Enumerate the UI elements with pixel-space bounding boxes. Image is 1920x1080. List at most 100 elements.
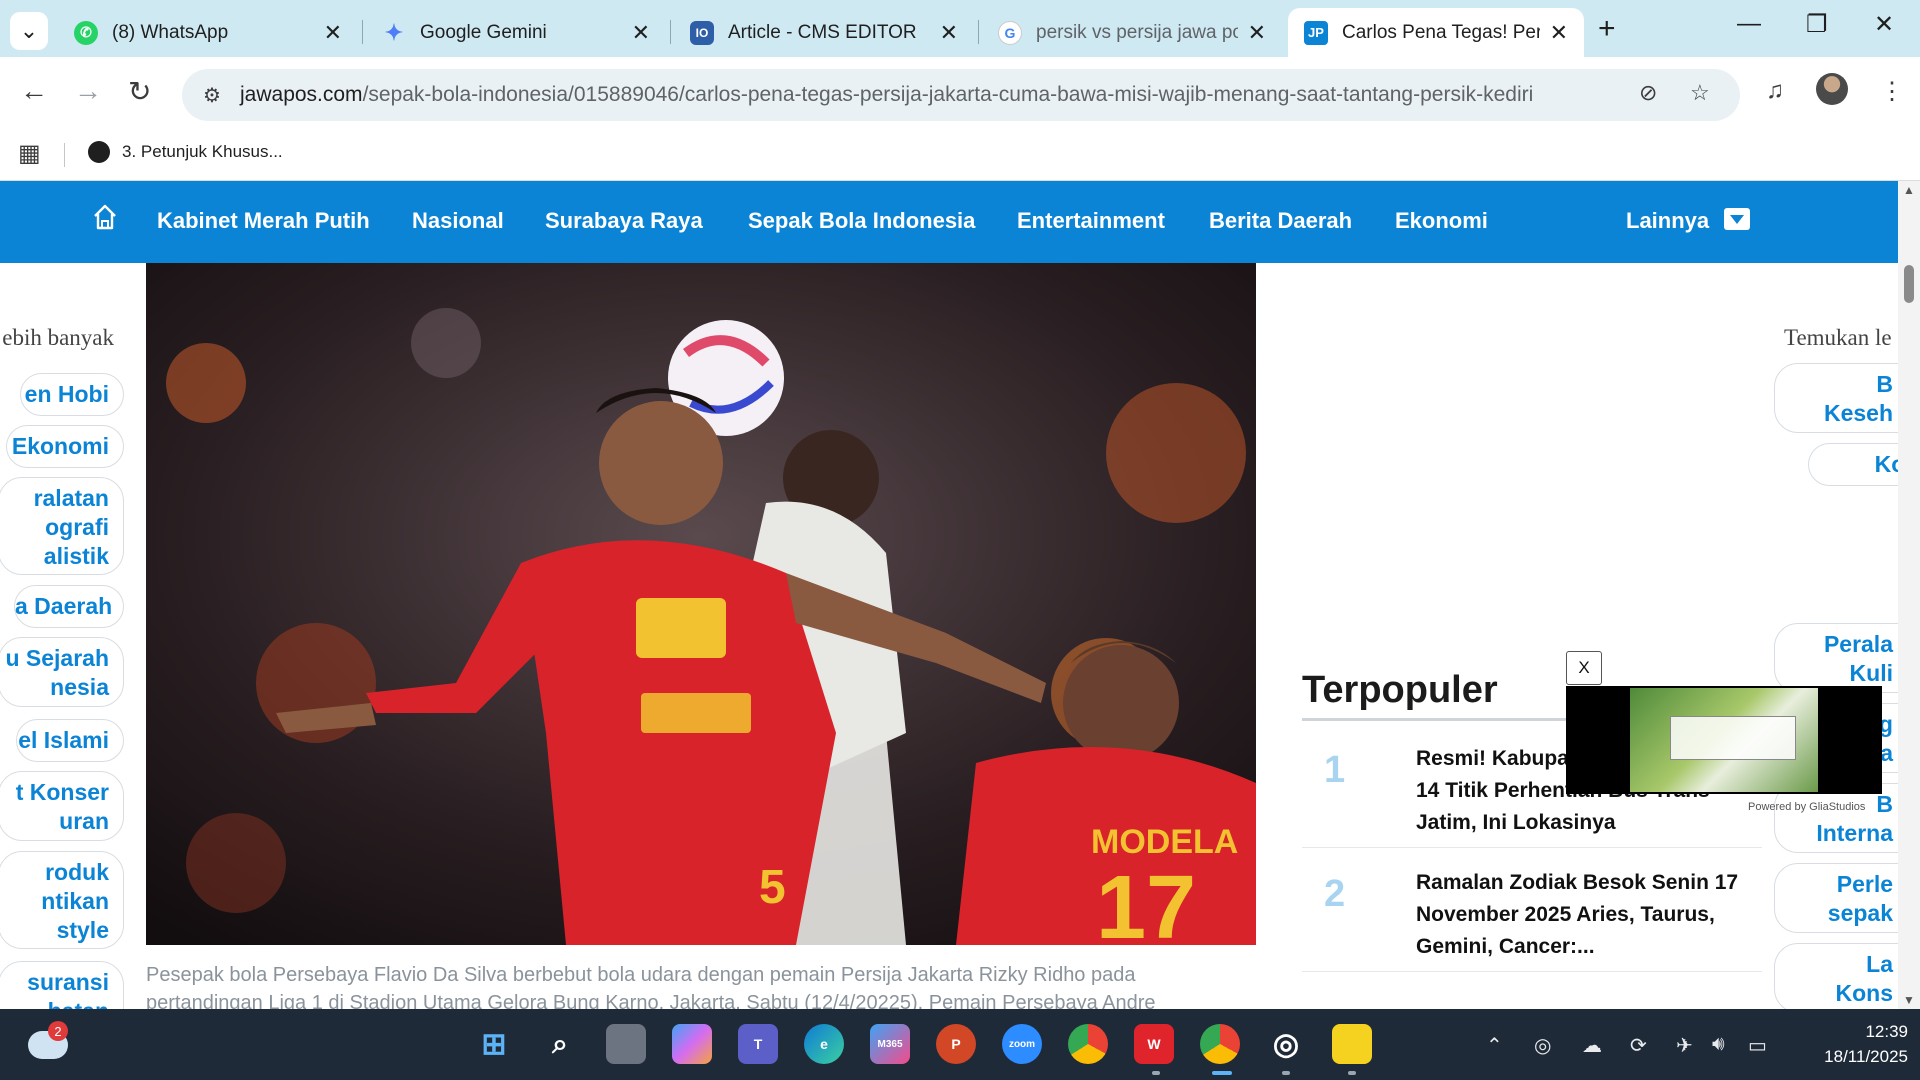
chrome-profile-icon[interactable] <box>1200 1024 1240 1064</box>
google-icon: G <box>998 20 1022 45</box>
tab-gemini[interactable]: ✦ Google Gemini ✕ <box>366 8 666 57</box>
nav-entertainment[interactable]: Entertainment <box>1017 208 1165 234</box>
edge-icon[interactable]: e <box>804 1024 844 1064</box>
whatsapp-icon: ✆ <box>74 20 98 45</box>
tab-strip: ⌄ ✆ (8) WhatsApp ✕ ✦ Google Gemini ✕ IO … <box>0 0 1920 57</box>
close-icon[interactable]: ✕ <box>632 20 650 46</box>
caret-down-icon[interactable] <box>1724 208 1750 230</box>
right-topics-column: Temukan le B Keseh Kora Perala Kuli Lang… <box>1760 263 1898 1009</box>
svg-text:17: 17 <box>1096 858 1196 945</box>
topic-pill[interactable]: t Konser uran <box>0 771 124 841</box>
chrome-icon[interactable] <box>1068 1024 1108 1064</box>
address-bar[interactable]: ⚙ jawapos.com/sepak-bola-indonesia/01588… <box>182 69 1740 121</box>
ad-video-frame <box>1630 688 1818 792</box>
zoom-icon[interactable]: zoom <box>1002 1024 1042 1064</box>
update-icon[interactable]: ⟳ <box>1630 1033 1647 1058</box>
sync-tray-icon[interactable]: ◎ <box>1534 1033 1551 1058</box>
task-view-icon[interactable] <box>606 1024 646 1064</box>
topic-pill[interactable]: a Daerah <box>14 585 124 628</box>
popular-item[interactable]: 2 Ramalan Zodiak Besok Senin 17 November… <box>1302 857 1762 972</box>
clock-date: 18/11/2025 <box>1824 1047 1908 1066</box>
close-window-button[interactable]: ✕ <box>1874 10 1894 39</box>
volume-icon[interactable]: 🔊︎ <box>1712 1033 1725 1056</box>
windows-start-icon[interactable]: ⊞ <box>474 1024 514 1064</box>
menu-kebab-icon[interactable]: ⋮ <box>1880 77 1904 106</box>
tab-title: Article - CMS EDITOR <box>728 21 917 43</box>
topic-pill[interactable]: B Keseh <box>1774 363 1898 433</box>
url-text[interactable]: jawapos.com/sepak-bola-indonesia/0158890… <box>240 83 1533 107</box>
chevron-up-icon[interactable]: ⌃ <box>1486 1033 1503 1058</box>
scroll-thumb[interactable] <box>1904 265 1914 303</box>
wps-office-icon[interactable]: W <box>1134 1024 1174 1064</box>
teams-icon[interactable]: T <box>738 1024 778 1064</box>
topic-pill[interactable]: La Kons <box>1774 943 1898 1009</box>
tab-cms-editor[interactable]: IO Article - CMS EDITOR ✕ <box>674 8 974 57</box>
reload-button[interactable]: ↻ <box>128 75 151 108</box>
bookmark-item[interactable]: 3. Petunjuk Khusus... <box>88 141 283 163</box>
tab-search-button[interactable]: ⌄ <box>10 12 48 50</box>
home-icon[interactable] <box>92 203 118 231</box>
airplane-mode-icon[interactable]: ✈ <box>1676 1033 1693 1058</box>
new-tab-button[interactable]: + <box>1598 12 1616 46</box>
terpopuler-heading: Terpopuler <box>1302 669 1498 711</box>
tab-whatsapp[interactable]: ✆ (8) WhatsApp ✕ <box>58 8 358 57</box>
copilot-icon[interactable] <box>672 1024 712 1064</box>
page-scrollbar[interactable]: ▲ ▼ <box>1898 181 1920 1009</box>
search-icon[interactable]: ⌕ <box>540 1024 580 1064</box>
topic-pill[interactable]: el Islami <box>16 719 124 762</box>
topic-pill[interactable]: u Sejarah nesia <box>0 637 124 707</box>
nav-berita-daerah[interactable]: Berita Daerah <box>1209 208 1352 234</box>
restore-button[interactable]: ❐ <box>1806 10 1828 39</box>
clock-time: 12:39 <box>1865 1022 1908 1041</box>
system-clock[interactable]: 12:39 18/11/2025 <box>1790 1019 1908 1069</box>
forward-button[interactable]: → <box>74 75 102 107</box>
scroll-down-icon[interactable]: ▼ <box>1903 993 1915 1007</box>
topic-pill[interactable]: Ekonomi <box>6 425 124 468</box>
apps-grid-icon[interactable]: ▦ <box>18 139 41 168</box>
close-icon[interactable]: ✕ <box>1248 20 1266 46</box>
popular-headline[interactable]: Ramalan Zodiak Besok Senin 17 November 2… <box>1416 867 1756 963</box>
bookmark-star-icon[interactable]: ☆ <box>1690 80 1710 106</box>
m365-icon[interactable]: M365 <box>870 1024 910 1064</box>
football-photo-image: 5 MODELA 17 <box>146 263 1256 945</box>
close-icon[interactable]: ✕ <box>324 20 342 46</box>
sticky-notes-icon[interactable] <box>1332 1024 1372 1064</box>
nav-kabinet-merah-putih[interactable]: Kabinet Merah Putih <box>157 208 370 234</box>
bookmarks-bar: ▦ 3. Petunjuk Khusus... <box>0 131 1920 181</box>
ad-close-button[interactable]: X <box>1566 651 1602 685</box>
tab-separator <box>978 20 979 44</box>
eye-off-icon[interactable]: ⊘ <box>1639 80 1657 106</box>
nav-lainnya[interactable]: Lainnya <box>1626 208 1709 234</box>
tab-jawapos[interactable]: JP Carlos Pena Tegas! Persija ✕ <box>1288 8 1584 57</box>
nav-nasional[interactable]: Nasional <box>412 208 504 234</box>
profile-avatar[interactable] <box>1816 73 1848 105</box>
topic-pill[interactable]: suransi batan <box>0 961 124 1009</box>
topic-pill[interactable]: Perala Kuli <box>1774 623 1898 693</box>
nav-surabaya-raya[interactable]: Surabaya Raya <box>545 208 703 234</box>
sync-app-icon[interactable]: ◎ <box>1266 1024 1306 1064</box>
site-navigation: Kabinet Merah Putih Nasional Surabaya Ra… <box>0 181 1898 263</box>
svg-text:MODELA: MODELA <box>1091 823 1238 861</box>
tab-google-search[interactable]: G persik vs persija jawa pos ✕ <box>982 8 1282 57</box>
back-button[interactable]: ← <box>20 75 48 107</box>
cloud-off-icon[interactable]: ☁ <box>1582 1033 1602 1058</box>
topic-pill[interactable]: en Hobi <box>20 373 124 416</box>
powerpoint-icon[interactable]: P <box>936 1024 976 1064</box>
bookmark-label: 3. Petunjuk Khusus... <box>122 142 283 161</box>
close-icon[interactable]: ✕ <box>1550 20 1568 46</box>
topic-pill[interactable]: roduk ntikan style <box>0 851 124 949</box>
battery-icon[interactable]: ▭ <box>1748 1033 1767 1058</box>
topic-pill[interactable]: Perle sepak <box>1774 863 1898 933</box>
topic-pill[interactable]: Kora <box>1808 443 1898 486</box>
jawapos-icon: JP <box>1304 20 1328 45</box>
scroll-up-icon[interactable]: ▲ <box>1903 183 1915 197</box>
topic-pill[interactable]: ralatan ografi alistik <box>0 477 124 575</box>
site-info-icon[interactable]: ⚙ <box>196 79 228 111</box>
media-controls-icon[interactable]: ♫ <box>1766 77 1784 105</box>
nav-sepak-bola-indonesia[interactable]: Sepak Bola Indonesia <box>748 208 975 234</box>
close-icon[interactable]: ✕ <box>940 20 958 46</box>
video-ad[interactable] <box>1566 686 1882 794</box>
minimize-button[interactable]: — <box>1737 10 1761 38</box>
nav-ekonomi[interactable]: Ekonomi <box>1395 208 1488 234</box>
article-photo[interactable]: 5 MODELA 17 <box>146 263 1256 945</box>
